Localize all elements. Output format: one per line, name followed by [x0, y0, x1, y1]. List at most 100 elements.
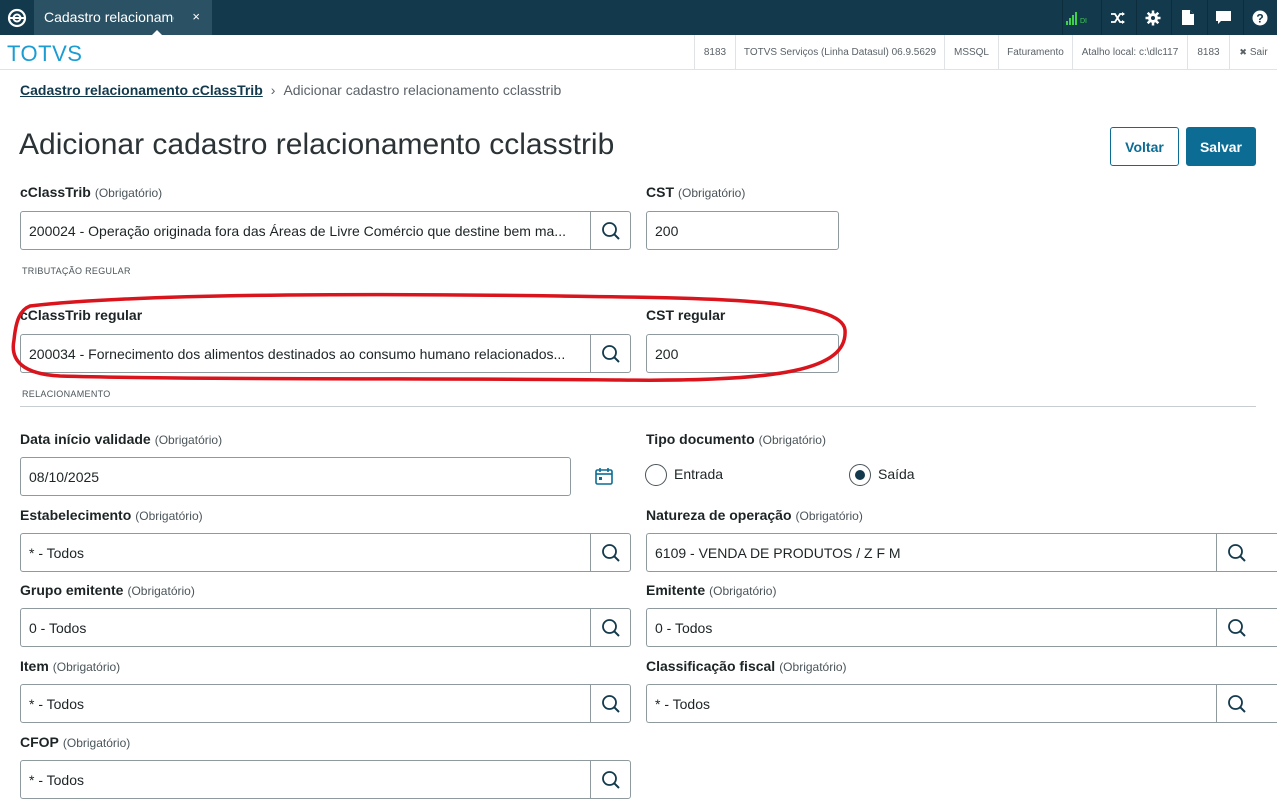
search-icon[interactable]	[1216, 609, 1256, 646]
data-inicio-field[interactable]: 08/10/2025	[20, 457, 571, 496]
emitente-value: 0 - Todos	[655, 620, 713, 636]
svg-text:?: ?	[1256, 11, 1263, 25]
required-hint: (Obrigatório)	[127, 584, 195, 598]
tipo-documento-label-text: Tipo documento	[646, 431, 755, 447]
cclasstrib-regular-field[interactable]: 200034 - Fornecimento dos alimentos dest…	[20, 334, 631, 373]
signal-icon[interactable]: DI	[1062, 0, 1094, 35]
search-icon[interactable]	[590, 609, 630, 646]
search-icon[interactable]	[590, 335, 630, 372]
required-hint: (Obrigatório)	[62, 736, 131, 750]
item-field[interactable]: * - Todos	[20, 684, 631, 723]
required-hint: (Obrigatório)	[709, 584, 777, 598]
estabelecimento-value: * - Todos	[29, 545, 84, 561]
search-icon[interactable]	[1216, 534, 1256, 571]
info-product-version: TOTVS Serviços (Linha Datasul) 06.9.5629	[735, 35, 944, 69]
search-icon[interactable]	[590, 685, 630, 722]
cclasstrib-regular-label: cClassTrib regular	[20, 307, 143, 323]
cfop-label-text: CFOP	[20, 734, 59, 750]
tab-cadastro[interactable]: Cadastro relacionamento ×	[34, 0, 212, 35]
calendar-icon[interactable]	[594, 466, 614, 491]
cclasstrib-label: cClassTrib (Obrigatório)	[20, 184, 162, 200]
natureza-value: 6109 - VENDA DE PRODUTOS / Z F M	[655, 545, 901, 561]
classificacao-value: * - Todos	[655, 696, 710, 712]
estabelecimento-label: Estabelecimento (Obrigatório)	[20, 507, 203, 523]
search-icon[interactable]	[590, 761, 630, 798]
grupo-emitente-label-text: Grupo emitente	[20, 582, 124, 598]
info-user: 8183	[1187, 35, 1229, 69]
cclasstrib-label-text: cClassTrib	[20, 184, 91, 200]
required-hint: (Obrigatório)	[758, 433, 826, 447]
svg-text:DI: DI	[1080, 18, 1087, 25]
chevron-right-icon: ›	[270, 82, 276, 98]
breadcrumb-link[interactable]: Cadastro relacionamento cClassTrib	[20, 82, 263, 98]
system-info-bar: TOTVS 8183 TOTVS Serviços (Linha Datasul…	[0, 35, 1277, 70]
cfop-label: CFOP (Obrigatório)	[20, 734, 130, 750]
cst-regular-field[interactable]: 200	[646, 334, 839, 373]
classificacao-field[interactable]: * - Todos	[646, 684, 1277, 723]
estabelecimento-field[interactable]: * - Todos	[20, 533, 631, 572]
info-database: MSSQL	[944, 35, 998, 69]
radio-saida[interactable]	[849, 464, 871, 486]
item-label-text: Item	[20, 658, 49, 674]
classificacao-label-text: Classificação fiscal	[646, 658, 776, 674]
radio-entrada-label[interactable]: Entrada	[674, 466, 723, 482]
data-inicio-label: Data início validade (Obrigatório)	[20, 431, 222, 447]
natureza-label-text: Natureza de operação	[646, 507, 792, 523]
cclasstrib-field[interactable]: 200024 - Operação originada fora das Áre…	[20, 211, 631, 250]
info-shortcut: Atalho local: c:\dlc117	[1072, 35, 1187, 69]
natureza-label: Natureza de operação (Obrigatório)	[646, 507, 863, 523]
required-hint: (Obrigatório)	[154, 433, 223, 447]
required-hint: (Obrigatório)	[779, 660, 847, 674]
search-icon[interactable]	[590, 212, 630, 249]
cfop-value: * - Todos	[29, 772, 84, 788]
estabelecimento-label-text: Estabelecimento	[20, 507, 132, 523]
info-module: Faturamento	[998, 35, 1072, 69]
shuffle-icon[interactable]	[1101, 0, 1133, 35]
section-tributacao-regular: TRIBUTAÇÃO REGULAR	[22, 266, 131, 276]
data-inicio-label-text: Data início validade	[20, 431, 151, 447]
required-hint: (Obrigatório)	[678, 186, 746, 200]
top-bar: Cadastro relacionamento × DI ?	[0, 0, 1277, 35]
grupo-emitente-field[interactable]: 0 - Todos	[20, 608, 631, 647]
back-button[interactable]: Voltar	[1110, 127, 1179, 166]
chat-icon[interactable]	[1207, 0, 1239, 35]
save-button[interactable]: Salvar	[1186, 127, 1256, 166]
item-value: * - Todos	[29, 696, 84, 712]
page-title: Adicionar cadastro relacionamento cclass…	[19, 128, 615, 161]
exit-label: Sair	[1249, 46, 1268, 58]
gear-icon[interactable]	[1136, 0, 1168, 35]
radio-entrada[interactable]	[645, 464, 667, 486]
cclasstrib-regular-value: 200034 - Fornecimento dos alimentos dest…	[29, 346, 566, 362]
natureza-field[interactable]: 6109 - VENDA DE PRODUTOS / Z F M	[646, 533, 1277, 572]
cclasstrib-value: 200024 - Operação originada fora das Áre…	[29, 223, 566, 239]
data-inicio-value: 08/10/2025	[29, 469, 100, 485]
document-icon[interactable]	[1171, 0, 1203, 35]
required-hint: (Obrigatório)	[52, 660, 121, 674]
exit-button[interactable]: ✖ Sair	[1229, 35, 1277, 69]
cst-value: 200	[655, 223, 679, 239]
search-icon[interactable]	[1216, 685, 1256, 722]
classificacao-label: Classificação fiscal (Obrigatório)	[646, 658, 847, 674]
brand-logo: TOTVS	[7, 41, 83, 66]
emitente-label-text: Emitente	[646, 582, 706, 598]
cst-label-text: CST	[646, 184, 674, 200]
tab-label: Cadastro relacionamento	[44, 9, 174, 25]
breadcrumb-current: Adicionar cadastro relacionamento cclass…	[283, 82, 562, 98]
section-divider	[20, 406, 1256, 407]
help-icon[interactable]: ?	[1243, 0, 1275, 35]
item-label: Item (Obrigatório)	[20, 658, 120, 674]
grupo-emitente-value: 0 - Todos	[29, 620, 87, 636]
info-company: 8183	[694, 35, 735, 69]
cst-field[interactable]: 200	[646, 211, 839, 250]
cst-regular-value: 200	[655, 346, 679, 362]
totvs-logo-icon[interactable]	[0, 0, 33, 35]
emitente-field[interactable]: 0 - Todos	[646, 608, 1277, 647]
search-icon[interactable]	[590, 534, 630, 571]
cfop-field[interactable]: * - Todos	[20, 760, 631, 799]
close-icon[interactable]: ×	[192, 9, 200, 24]
breadcrumb: Cadastro relacionamento cClassTrib › Adici…	[20, 82, 561, 98]
tipo-documento-label: Tipo documento (Obrigatório)	[646, 431, 826, 447]
radio-saida-label[interactable]: Saída	[878, 466, 915, 482]
required-hint: (Obrigatório)	[795, 509, 863, 523]
cst-regular-label: CST regular	[646, 307, 726, 323]
